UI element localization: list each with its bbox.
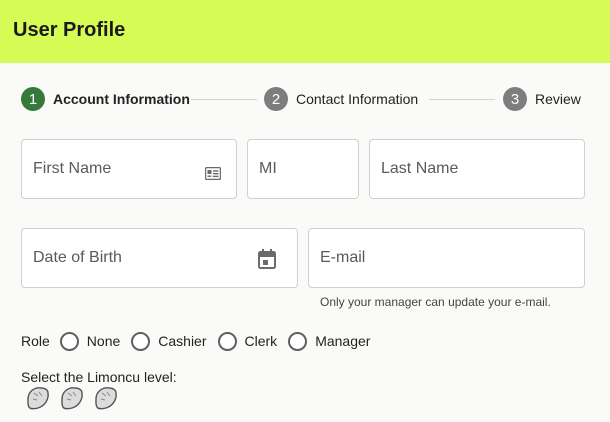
role-option-none[interactable]: None xyxy=(59,331,121,351)
step-label: Review xyxy=(535,91,581,107)
step-review[interactable]: 3 Review xyxy=(503,86,581,112)
role-label: Role xyxy=(21,333,50,349)
email-field xyxy=(308,228,585,288)
stepper: 1 Account Information 2 Contact Informat… xyxy=(0,86,610,114)
step-number: 1 xyxy=(21,87,45,111)
radio-circle[interactable] xyxy=(288,331,308,351)
radio-circle[interactable] xyxy=(59,331,79,351)
last-name-field xyxy=(369,139,585,199)
role-group: Role None Cashier Clerk Manager xyxy=(21,330,381,352)
limoncu-label: Select the Limoncu level: xyxy=(21,369,177,385)
step-number: 3 xyxy=(503,87,527,111)
radio-circle[interactable] xyxy=(217,331,237,351)
role-option-clerk[interactable]: Clerk xyxy=(217,331,278,351)
calendar-icon[interactable] xyxy=(258,249,276,269)
lemon-icon[interactable] xyxy=(93,385,119,411)
role-option-cashier[interactable]: Cashier xyxy=(131,331,207,351)
middle-initial-input[interactable] xyxy=(248,140,358,198)
limoncu-rating xyxy=(25,385,127,411)
email-input[interactable] xyxy=(309,229,584,287)
radio-circle[interactable] xyxy=(131,331,151,351)
step-connector xyxy=(429,99,495,100)
app-header: User Profile xyxy=(0,0,610,63)
radio-label: Cashier xyxy=(158,333,207,349)
first-name-field xyxy=(21,139,237,199)
page-title: User Profile xyxy=(13,19,126,41)
step-account-information[interactable]: 1 Account Information xyxy=(21,86,190,112)
step-number: 2 xyxy=(264,87,288,111)
step-connector xyxy=(191,99,257,100)
step-contact-information[interactable]: 2 Contact Information xyxy=(264,86,418,112)
date-of-birth-field xyxy=(21,228,298,288)
lemon-icon[interactable] xyxy=(25,385,51,411)
role-option-manager[interactable]: Manager xyxy=(288,331,371,351)
radio-label: Clerk xyxy=(244,333,278,349)
middle-initial-field xyxy=(247,139,359,199)
step-label: Account Information xyxy=(53,91,190,107)
first-name-input[interactable] xyxy=(22,140,236,198)
last-name-input[interactable] xyxy=(370,140,584,198)
lemon-icon[interactable] xyxy=(59,385,85,411)
date-of-birth-input[interactable] xyxy=(22,229,297,287)
step-label: Contact Information xyxy=(296,91,419,107)
id-card-icon xyxy=(205,167,221,180)
radio-label: None xyxy=(86,333,121,349)
email-helper-text: Only your manager can update your e-mail… xyxy=(320,295,551,309)
radio-label: Manager xyxy=(315,333,371,349)
